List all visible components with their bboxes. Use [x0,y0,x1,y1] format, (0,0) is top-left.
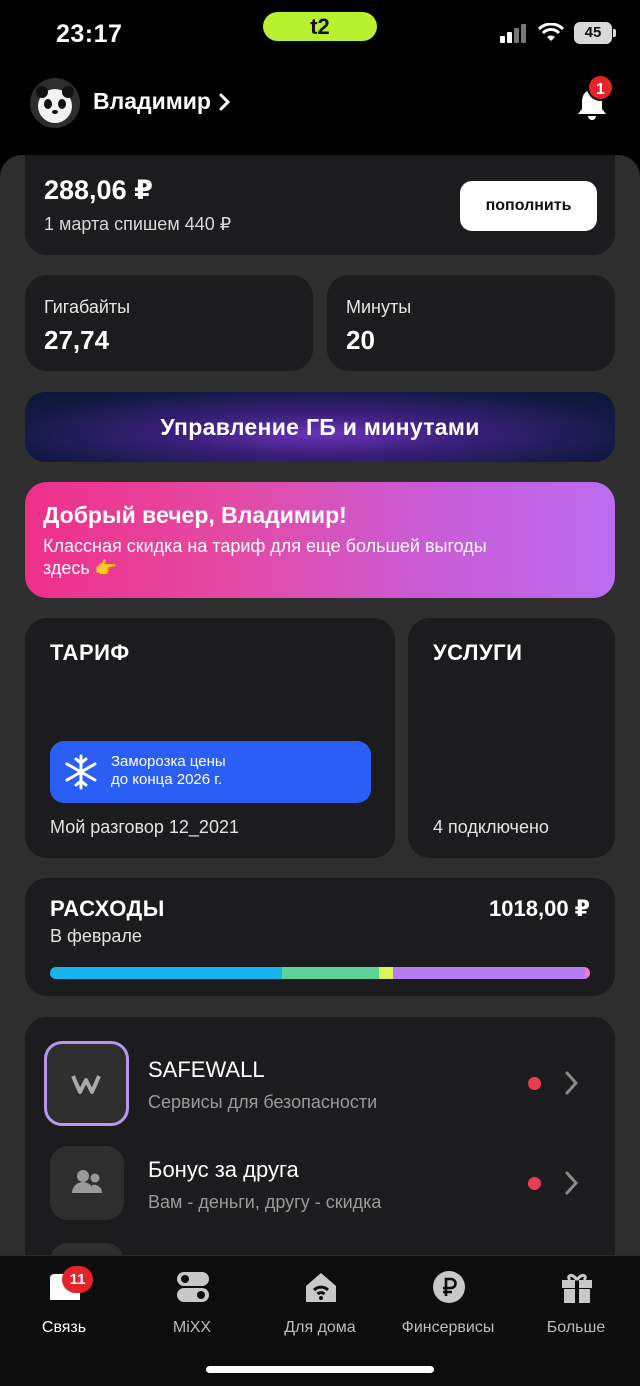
topup-button[interactable]: пополнить [460,181,597,231]
expenses-bar-segment [379,967,394,979]
price-freeze-text: Заморозка цены до конца 2026 г. [111,753,226,789]
friend-bonus-subtitle: Вам - деньги, другу - скидка [148,1192,382,1212]
safewall-tile [44,1041,129,1126]
tab-mixx[interactable]: MiXX [128,1270,256,1350]
status-icons: 45 [500,22,616,44]
expenses-amount: 1018,00 ₽ [489,896,590,921]
safewall-subtitle: Сервисы для безопасности [148,1092,378,1112]
profile-link[interactable]: Владимир [93,88,231,115]
carrier-pill: t2 [263,12,377,41]
safewall-icon [71,1075,101,1094]
balance-amount: 288,06 ₽ [44,175,153,205]
status-time: 23:17 [56,20,123,48]
list-item-safewall[interactable]: SAFEWALL Сервисы для безопасности [25,1017,615,1126]
services-count: 4 подключено [433,817,549,837]
tariff-card[interactable]: ТАРИФ Заморозка цены до конца 2026 г. Мо… [25,618,395,858]
tab-badge: 11 [62,1266,93,1293]
app-header: Владимир 1 [0,70,640,150]
panda-avatar-icon [36,86,74,123]
promo-text: Классная скидка на тариф для еще большей… [43,536,487,578]
expenses-bar [50,967,590,979]
unread-dot [528,1077,541,1090]
tab-label: Для дома [284,1319,356,1336]
people-icon [72,1170,103,1193]
tab-finservices[interactable]: Финсервисы [384,1270,512,1350]
services-card[interactable]: УСЛУГИ 4 подключено [408,618,615,858]
expenses-card[interactable]: РАСХОДЫ В феврале 1018,00 ₽ [25,878,615,996]
wifi-icon [538,23,564,41]
snowflake-icon [65,754,97,790]
ruble-icon [433,1271,465,1303]
expenses-bar-segment [282,967,380,979]
balance-card[interactable]: 288,06 ₽ 1 марта спишем 440 ₽ пополнить [25,155,615,255]
tab-more[interactable]: Больше [512,1270,640,1350]
partial-list-item-tile [50,1243,124,1255]
gift-icon [562,1273,592,1303]
manage-gb-minutes-button[interactable]: Управление ГБ и минутами [25,392,615,462]
tab-label: MiXX [172,1319,212,1336]
tariff-title: ТАРИФ [50,640,130,665]
notification-badge: 1 [587,74,614,101]
gigabytes-card[interactable]: Гигабайты 27,74 [25,275,313,371]
tab-bar: 11 Связь MiXX Для дома Финсервисы Больше [0,1255,640,1386]
safewall-title: SAFEWALL [148,1057,265,1082]
status-bar: 23:17 t2 45 [0,0,640,70]
minutes-card[interactable]: Минуты 20 [327,275,615,371]
minutes-label: Минуты [346,297,412,317]
chevron-right-icon [565,1071,579,1095]
toggles-icon [177,1272,209,1302]
balance-note: 1 марта спишем 440 ₽ [44,214,232,234]
battery-icon: 45 [574,22,616,44]
tab-home[interactable]: Для дома [256,1270,384,1350]
expenses-bar-segment [393,967,585,979]
friend-bonus-title: Бонус за друга [148,1157,299,1182]
avatar[interactable] [30,78,80,128]
home-indicator [206,1366,434,1373]
list-item-friend-bonus[interactable]: Бонус за друга Вам - деньги, другу - ски… [25,1117,615,1220]
price-freeze-line2: до конца 2026 г. [111,771,223,788]
tab-svyaz[interactable]: 11 Связь [0,1266,128,1350]
promo-banner[interactable]: Добрый вечер, Владимир! Классная скидка … [25,482,615,598]
username: Владимир [93,88,211,114]
friend-bonus-tile [50,1146,124,1220]
unread-dot [528,1177,541,1190]
services-title: УСЛУГИ [433,640,523,665]
services-list: SAFEWALL Сервисы для безопасности Бонус … [25,1017,615,1255]
expenses-title: РАСХОДЫ [50,896,165,921]
tab-label: Связь [41,1319,87,1336]
expenses-period: В феврале [50,926,142,946]
main-content: 288,06 ₽ 1 марта спишем 440 ₽ пополнить … [0,155,640,1255]
price-freeze-badge: Заморозка цены до конца 2026 г. [50,741,371,803]
chevron-right-icon [565,1171,579,1195]
home-wifi-icon [306,1273,336,1302]
expenses-bar-segment [50,967,283,979]
chevron-right-icon [219,93,231,110]
promo-title: Добрый вечер, Владимир! [43,502,347,528]
tab-label: Финсервисы [401,1319,495,1336]
gigabytes-label: Гигабайты [44,297,131,317]
tab-label: Больше [546,1319,606,1336]
signal-icon [500,24,526,43]
gigabytes-value: 27,74 [44,325,110,355]
expenses-bar-segment [584,967,590,979]
tariff-name: Мой разговор 12_2021 [50,817,239,837]
price-freeze-line1: Заморозка цены [111,753,226,770]
minutes-value: 20 [346,325,375,355]
